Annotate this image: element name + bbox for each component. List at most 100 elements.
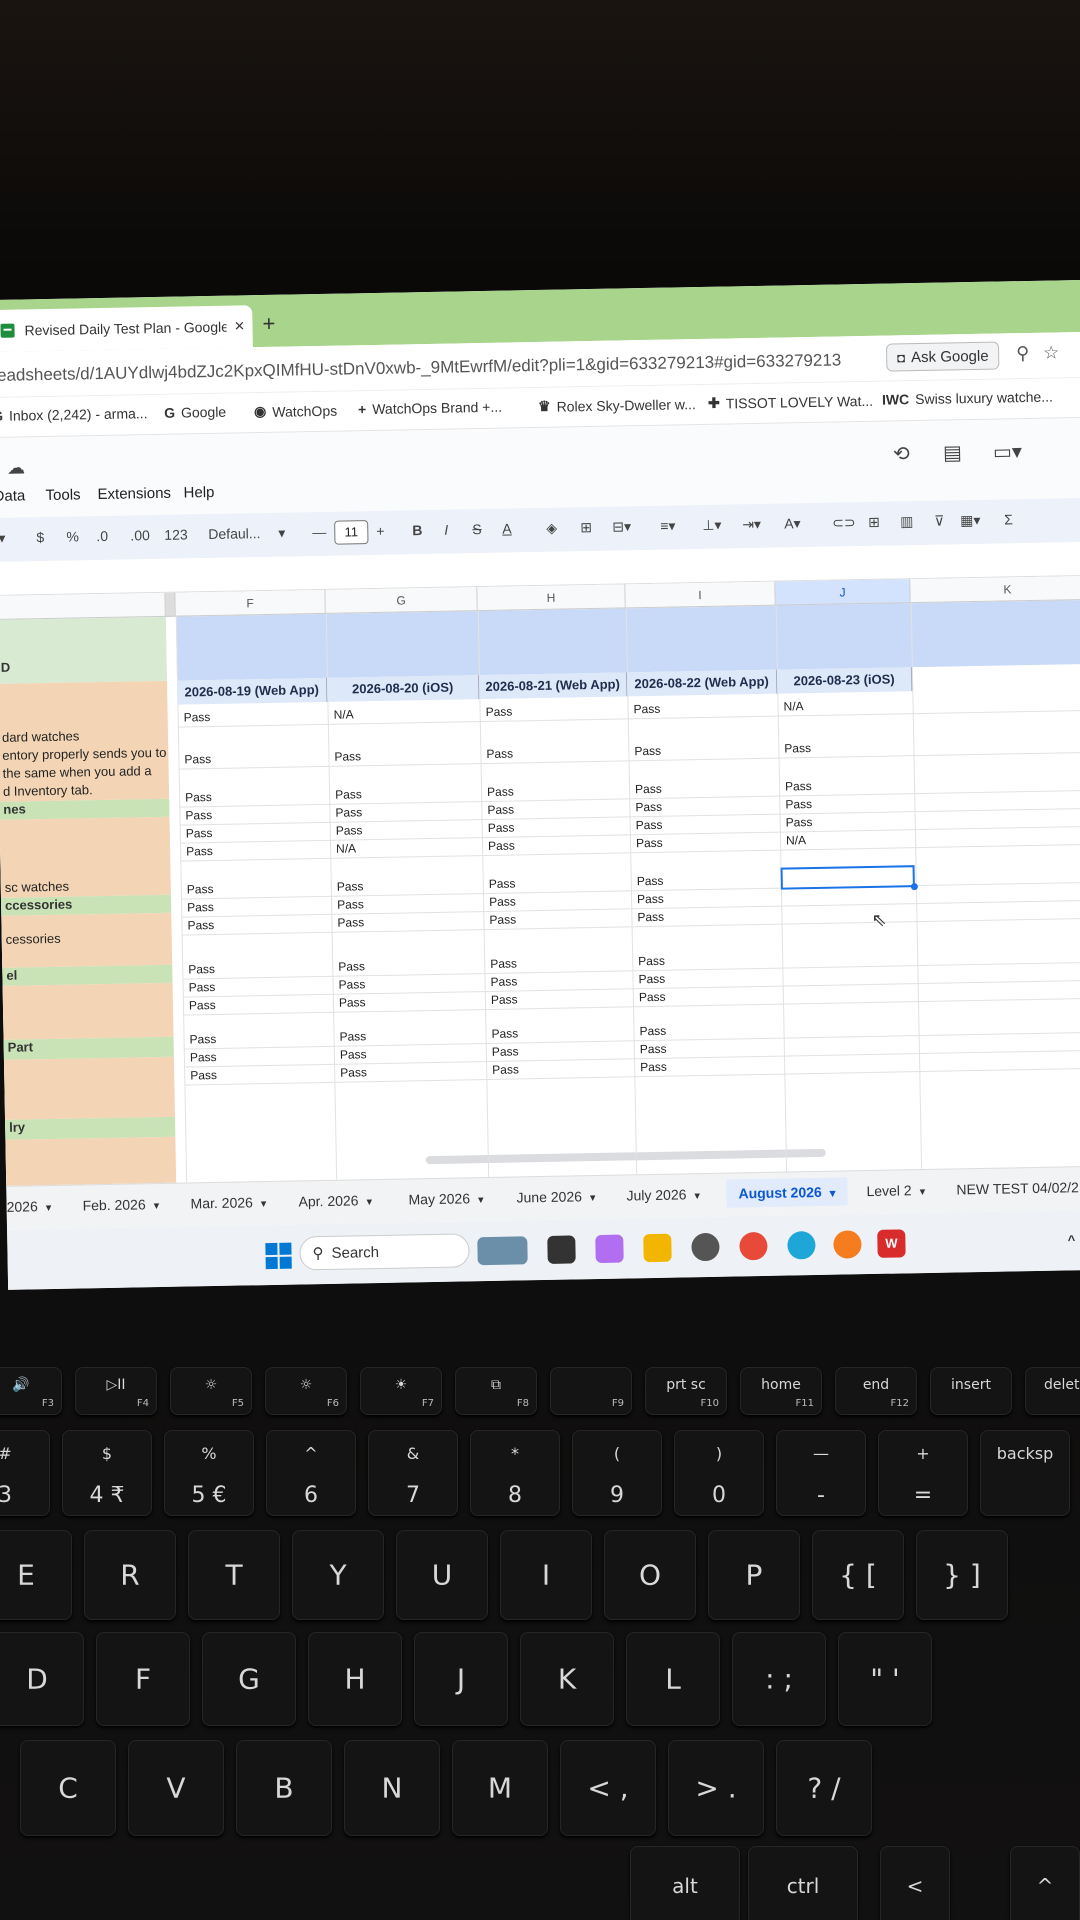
letter-key[interactable]: U (396, 1530, 488, 1620)
data-cell[interactable]: Pass (482, 818, 630, 835)
dell-icon[interactable] (691, 1232, 720, 1262)
align-icon[interactable]: ≡▾ (660, 517, 676, 534)
column-header-g[interactable]: G (325, 587, 478, 614)
data-cell[interactable]: Pass (634, 1058, 784, 1075)
data-cell[interactable]: Pass (483, 874, 631, 891)
number-key[interactable]: $4 ₹ (62, 1430, 152, 1516)
sheet-tab[interactable]: August 2026 ▾ (726, 1177, 848, 1208)
increase-decimal-button[interactable]: .00 (130, 527, 150, 543)
sheet-tab[interactable]: Apr. 2026 ▾ (298, 1192, 372, 1209)
data-cell[interactable]: Pass (629, 798, 779, 815)
function-key[interactable]: insert (930, 1367, 1012, 1415)
data-cell[interactable]: Pass (333, 993, 485, 1010)
number-key[interactable]: % 5 € (164, 1430, 254, 1516)
data-cell[interactable]: Pass (331, 895, 483, 912)
sheet-tab[interactable]: June 2026 ▾ (516, 1188, 595, 1205)
decrease-decimal-button[interactable]: .0 (96, 528, 108, 544)
number-key[interactable]: ) 0 (674, 1430, 764, 1516)
data-cell[interactable]: Pass (184, 1066, 334, 1083)
column-header-j[interactable]: J (775, 579, 911, 606)
close-tab-icon[interactable]: × (226, 316, 252, 336)
modifier-key[interactable]: ^ (1010, 1846, 1080, 1920)
taskbar-search[interactable]: ⚲ Search (299, 1233, 470, 1271)
copilot-icon[interactable] (595, 1234, 624, 1264)
sheet-tab[interactable]: NEW TEST 04/02/2 (956, 1179, 1079, 1197)
chrome-icon[interactable] (739, 1231, 768, 1261)
spreadsheet-grid[interactable]: Ddard watches entory properly sends you t… (0, 575, 1080, 1186)
letter-key[interactable]: V (128, 1740, 224, 1836)
letter-key[interactable]: : ; (732, 1632, 826, 1726)
modifier-key[interactable]: alt (630, 1846, 740, 1920)
wps-icon[interactable]: W (877, 1229, 906, 1258)
data-cell[interactable]: Pass (178, 708, 328, 725)
letter-key[interactable]: M (452, 1740, 548, 1836)
data-cell[interactable]: Pass (480, 744, 628, 761)
functions-icon[interactable]: Σ (1004, 511, 1013, 527)
data-cell[interactable]: Pass (629, 780, 779, 797)
letter-key[interactable]: G (202, 1632, 296, 1726)
function-key[interactable]: ☼ F6 (265, 1367, 347, 1415)
column-header-k[interactable]: K (910, 575, 1080, 604)
bookmark-star-icon[interactable]: ☆ (1043, 342, 1060, 363)
sheet-tab[interactable]: Feb. 2026 ▾ (82, 1196, 159, 1213)
function-key[interactable]: 🔊 F3 (0, 1367, 62, 1415)
data-cell[interactable]: Pass (485, 990, 633, 1007)
horizontal-scrollbar[interactable] (425, 1148, 826, 1165)
data-cell[interactable]: Pass (779, 777, 914, 793)
data-cell[interactable]: Pass (486, 1042, 634, 1059)
letter-key[interactable]: > . (668, 1740, 764, 1836)
edge-icon[interactable] (787, 1231, 816, 1260)
data-cell[interactable]: Pass (333, 1027, 485, 1044)
rotate-icon[interactable]: A▾ (784, 515, 801, 532)
column-header-i[interactable]: I (625, 581, 776, 609)
function-key[interactable]: end F12 (835, 1367, 917, 1415)
menu-extensions[interactable]: Extensions (97, 485, 171, 503)
percent-button[interactable]: % (66, 528, 79, 544)
data-cell[interactable]: Pass (179, 788, 329, 805)
data-cell[interactable]: Pass (484, 972, 632, 989)
number-key[interactable]: (9 (572, 1430, 662, 1516)
function-key[interactable]: ☼ F5 (170, 1367, 252, 1415)
filter-icon[interactable]: ⊽ (934, 513, 945, 530)
bookmark-item[interactable]: G Google (164, 404, 226, 421)
number-key[interactable]: backsp (980, 1430, 1070, 1516)
font-size-input[interactable]: 11 (334, 520, 369, 545)
function-key[interactable]: home F11 (740, 1367, 822, 1415)
letter-key[interactable]: J (414, 1632, 508, 1726)
data-cell[interactable]: Pass (632, 970, 782, 987)
more-formats-button[interactable]: 123 (164, 526, 188, 542)
letter-key[interactable]: L (626, 1632, 720, 1726)
data-cell[interactable]: Pass (180, 842, 330, 859)
number-key[interactable]: — - (776, 1430, 866, 1516)
data-cell[interactable]: Pass (483, 892, 631, 909)
function-key[interactable]: ⧉ F8 (455, 1367, 537, 1415)
data-cell[interactable]: Pass (480, 702, 628, 719)
function-key[interactable]: prt sc F10 (645, 1367, 727, 1415)
borders-icon[interactable]: ⊞ (580, 519, 592, 536)
data-cell[interactable]: Pass (631, 908, 781, 925)
bold-icon[interactable]: B (412, 522, 422, 538)
number-key[interactable]: & 7 (368, 1430, 458, 1516)
sheet-tab[interactable]: 2026 ▾ (6, 1198, 51, 1215)
sheet-tab[interactable]: July 2026 ▾ (626, 1186, 700, 1203)
letter-key[interactable]: " ' (838, 1632, 932, 1726)
function-key[interactable]: ☀ F7 (360, 1367, 442, 1415)
letter-key[interactable]: B (236, 1740, 332, 1836)
data-cell[interactable]: Pass (481, 782, 629, 799)
data-cell[interactable]: Pass (482, 836, 630, 853)
data-cell[interactable]: Pass (627, 700, 777, 717)
widgets-icon[interactable] (477, 1236, 528, 1266)
letter-key[interactable]: H (308, 1632, 402, 1726)
file-explorer-icon[interactable] (643, 1233, 672, 1263)
browser-tab[interactable]: Revised Daily Test Plan - Google × (0, 305, 253, 352)
data-cell[interactable]: Pass (332, 957, 484, 974)
bookmark-item[interactable]: ♛ Rolex Sky-Dweller w... (538, 395, 696, 415)
data-cell[interactable]: Pass (633, 1022, 783, 1039)
version-history-icon[interactable]: ⟲ (893, 441, 910, 466)
currency-button[interactable]: $ (36, 529, 44, 545)
letter-key[interactable]: } ] (916, 1530, 1008, 1620)
data-cell[interactable]: Pass (331, 877, 483, 894)
url-text[interactable]: readsheets/d/1AUYdlwj4bdZJc2KpxQIMfHU-st… (0, 350, 841, 386)
letter-key[interactable]: D (0, 1632, 84, 1726)
data-cell[interactable]: Pass (329, 803, 481, 820)
